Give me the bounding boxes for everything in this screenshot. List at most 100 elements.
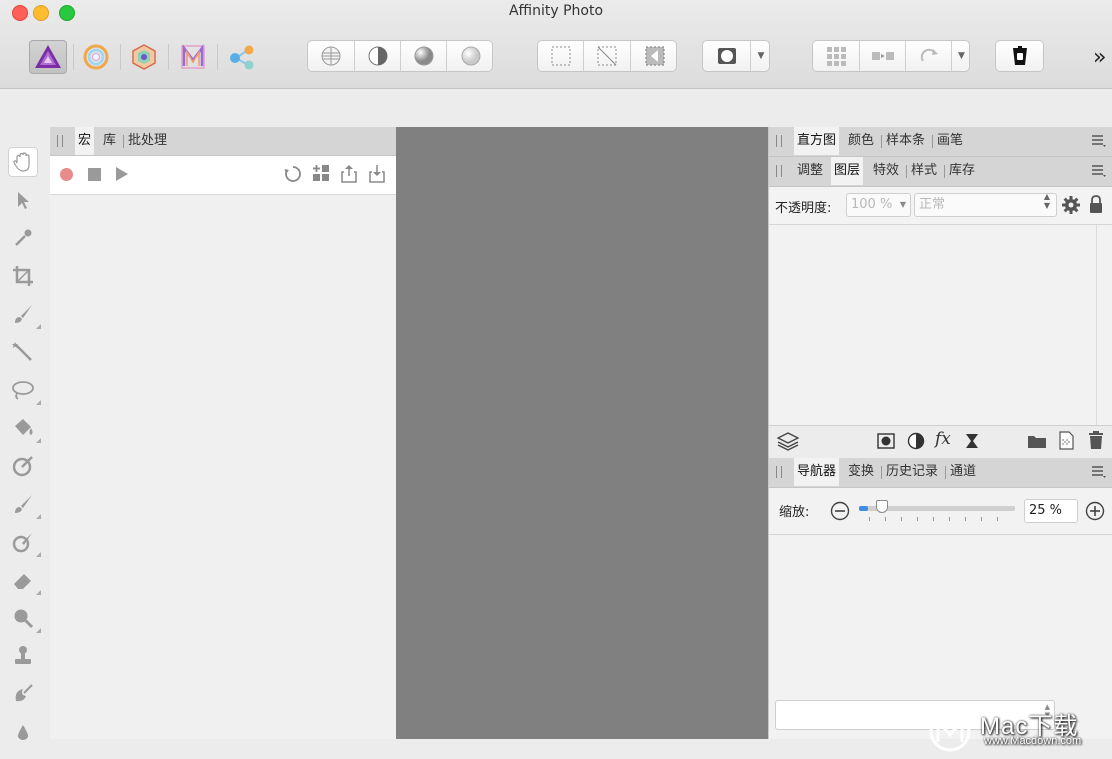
tab-brushes[interactable]: 画笔	[937, 127, 963, 155]
clone-tool-button[interactable]	[8, 641, 38, 671]
tab-history[interactable]: 历史记录	[886, 458, 938, 486]
gear-icon[interactable]	[1061, 195, 1081, 215]
panel-drag-grip[interactable]	[776, 135, 782, 147]
tab-batch[interactable]: 批处理	[128, 127, 167, 155]
tone-mapping-persona-button[interactable]	[175, 40, 211, 74]
play-macro-button[interactable]	[116, 167, 128, 181]
tab-color[interactable]: 颜色	[848, 127, 874, 155]
zoom-slider-tick	[869, 517, 870, 521]
paint-mixer-tool-button[interactable]	[8, 451, 38, 481]
stop-macro-button[interactable]	[88, 168, 101, 181]
layers-scrollbar[interactable]	[1096, 225, 1112, 425]
opacity-field[interactable]: 100 % ▼	[846, 193, 911, 217]
layers-stack-icon[interactable]	[777, 431, 799, 451]
eyedropper-icon	[15, 229, 32, 246]
panel-menu-icon[interactable]	[1092, 464, 1106, 478]
panel-drag-grip[interactable]	[776, 165, 782, 177]
export-persona-button[interactable]	[224, 40, 260, 74]
mask-dropdown-button[interactable]: ▼	[751, 41, 771, 71]
add-pixel-layer-icon[interactable]	[1057, 430, 1075, 450]
tab-effects[interactable]: 特效	[873, 157, 899, 185]
lock-icon[interactable]	[1089, 194, 1103, 214]
tab-separator	[906, 165, 907, 178]
color-picker-tool-button[interactable]	[8, 223, 38, 253]
transform-dropdown-button[interactable]: ▼	[952, 41, 971, 71]
transform-button[interactable]	[906, 41, 952, 71]
auto-white-balance-button[interactable]	[447, 41, 494, 71]
dodge-tool-button[interactable]	[8, 527, 41, 557]
flood-select-tool-button[interactable]	[8, 337, 38, 367]
fx-icon[interactable]: fx	[935, 429, 951, 449]
tab-macro[interactable]: 宏	[75, 127, 95, 155]
tab-navigator[interactable]: 导航器	[794, 458, 840, 486]
zoom-slider-tick	[901, 517, 902, 521]
live-filter-icon[interactable]	[965, 433, 979, 449]
invert-selection-button[interactable]	[631, 41, 678, 71]
panel-menu-icon[interactable]	[1092, 163, 1106, 177]
trash-icon[interactable]	[1087, 430, 1105, 450]
assistant-button[interactable]	[995, 40, 1044, 72]
tab-transform[interactable]: 变换	[848, 458, 874, 486]
quick-adjust-group	[307, 40, 493, 72]
layers-bottom-toolbar: fx	[769, 425, 1112, 459]
record-macro-button[interactable]	[60, 168, 73, 181]
tab-library[interactable]: 库	[103, 127, 116, 155]
auto-contrast-button[interactable]	[355, 41, 401, 71]
zoom-out-icon[interactable]	[830, 501, 850, 521]
selection-brush-tool-button[interactable]	[8, 299, 41, 329]
auto-levels-button[interactable]	[308, 41, 355, 71]
flood-fill-tool-button[interactable]	[8, 413, 41, 443]
adjustment-layer-icon[interactable]	[907, 432, 925, 450]
navigator-preview[interactable]	[769, 535, 1112, 699]
freehand-selection-tool-button[interactable]	[8, 375, 41, 405]
tab-stock[interactable]: 库存	[949, 157, 975, 185]
tab-separator	[881, 466, 882, 479]
snapping-button[interactable]	[813, 41, 860, 71]
liquify-persona-button[interactable]	[78, 40, 114, 74]
tab-swatches[interactable]: 样本条	[886, 127, 925, 155]
blur-tool-button[interactable]	[8, 603, 41, 633]
add-to-library-icon[interactable]	[312, 164, 330, 182]
drop-icon	[17, 725, 29, 740]
opacity-value: 100 %	[851, 197, 893, 212]
select-all-button[interactable]	[538, 41, 584, 71]
export-macro-icon[interactable]	[340, 164, 358, 184]
move-tool-button[interactable]	[8, 185, 38, 215]
blend-mode-select[interactable]: 正常 ▲ ▼	[914, 192, 1057, 217]
import-macro-icon[interactable]	[368, 164, 386, 184]
quick-mask-button[interactable]	[703, 41, 751, 71]
tab-styles[interactable]: 样式	[911, 157, 937, 185]
liquify-icon	[83, 44, 109, 70]
folder-icon[interactable]	[1027, 433, 1047, 449]
panel-menu-icon[interactable]	[1092, 133, 1106, 147]
toolbar-overflow-button[interactable]: »	[1093, 45, 1106, 70]
zoom-field[interactable]: 25 %	[1024, 499, 1078, 523]
photo-persona-button[interactable]	[29, 40, 67, 74]
macro-panel: 宏 库 批处理	[50, 127, 396, 739]
tool-flyout-marker	[36, 400, 41, 405]
panel-drag-grip[interactable]	[776, 466, 782, 478]
panel-drag-grip[interactable]	[57, 135, 63, 147]
zoom-in-icon[interactable]	[1085, 501, 1105, 521]
reset-icon[interactable]	[284, 165, 302, 183]
document-canvas[interactable]	[396, 127, 768, 739]
auto-colors-button[interactable]	[401, 41, 447, 71]
zoom-slider-thumb[interactable]	[876, 500, 888, 513]
paint-brush-tool-button[interactable]	[8, 489, 41, 519]
layers-list[interactable]	[769, 225, 1112, 425]
tab-layers[interactable]: 图层	[831, 157, 864, 185]
tab-channels[interactable]: 通道	[950, 458, 976, 486]
zoom-slider-ticks	[859, 517, 1015, 522]
deselect-button[interactable]	[584, 41, 631, 71]
order-button[interactable]	[860, 41, 906, 71]
zoom-slider[interactable]	[859, 500, 1015, 523]
tab-adjustments[interactable]: 调整	[797, 157, 823, 185]
mask-layer-icon[interactable]	[877, 433, 895, 449]
healing-tool-button[interactable]	[8, 679, 38, 709]
crop-tool-button[interactable]	[8, 261, 38, 291]
erase-tool-button[interactable]	[8, 565, 41, 595]
view-tool-button[interactable]	[8, 147, 38, 177]
develop-persona-button[interactable]	[126, 40, 162, 74]
tab-histogram[interactable]: 直方图	[794, 127, 840, 155]
sharpen-tool-button[interactable]	[8, 717, 38, 747]
